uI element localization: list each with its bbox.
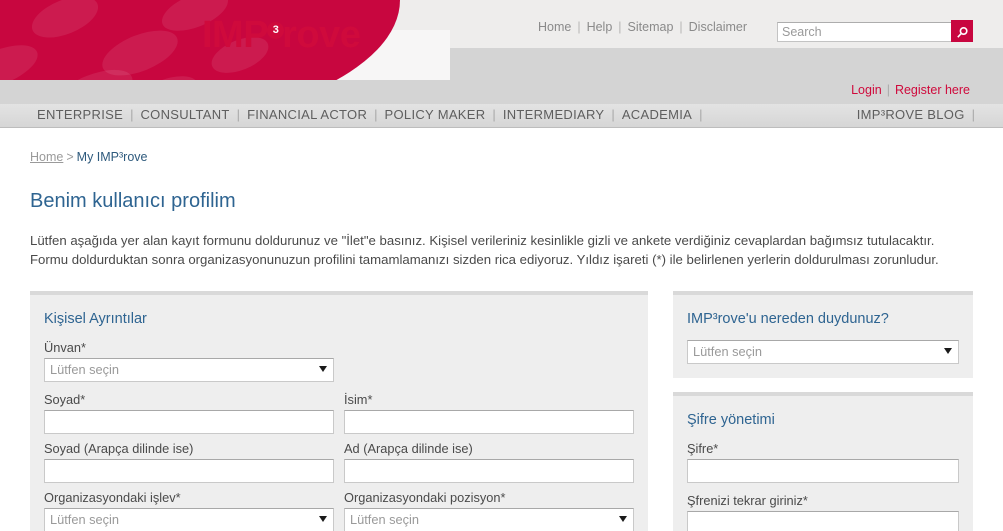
nav-item-policy-maker[interactable]: POLICY MAKER	[378, 107, 493, 122]
search-input[interactable]	[777, 22, 955, 42]
register-link[interactable]: Register here	[890, 83, 975, 97]
input-password[interactable]	[687, 459, 959, 483]
main-nav-left: ENTERPRISE | CONSULTANT | FINANCIAL ACTOR | PO…	[30, 107, 703, 122]
field-group-surname: Soyad*	[44, 392, 334, 434]
label-firstname: İsim*	[344, 392, 373, 407]
password-panel: Şifre yönetimi Şifre* Şfrenizi tekrar gi…	[673, 392, 973, 531]
field-group-password-repeat: Şfrenizi tekrar giriniz*	[687, 493, 959, 531]
header-link-help[interactable]: Help	[581, 20, 619, 34]
right-column: IMP³rove'u nereden duydunuz? Lütfen seçi…	[673, 291, 973, 531]
select-wrap-function: Lütfen seçin	[44, 508, 334, 531]
select-wrap-source: Lütfen seçin	[687, 340, 959, 364]
logo-text-pre: IMP	[202, 14, 269, 56]
select-source[interactable]: Lütfen seçin	[687, 340, 959, 364]
personal-details-panel: Kişisel Ayrıntılar Ünvan* Lütfen seçin S…	[30, 291, 648, 531]
breadcrumb: Home > My IMP³rove	[30, 150, 973, 164]
label-password-repeat: Şfrenizi tekrar giriniz*	[687, 493, 808, 508]
field-group-surname-arabic: Soyad (Arapça dilinde ise)	[44, 441, 334, 483]
label-surname-arabic: Soyad (Arapça dilinde ise)	[44, 441, 194, 456]
input-password-repeat[interactable]	[687, 511, 959, 531]
select-wrap-position: Lütfen seçin	[344, 508, 634, 531]
row-surname-firstname-arabic: Soyad (Arapça dilinde ise) Ad (Arapça di…	[44, 441, 634, 483]
auth-strip: Login | Register here	[0, 80, 1003, 104]
breadcrumb-separator: >	[66, 150, 74, 164]
password-panel-title: Şifre yönetimi	[687, 412, 775, 428]
form-columns: Kişisel Ayrıntılar Ünvan* Lütfen seçin S…	[30, 291, 973, 531]
row-function-position: Organizasyondaki işlev* Lütfen seçin Org…	[44, 490, 634, 531]
nav-item-enterprise[interactable]: ENTERPRISE	[30, 107, 130, 122]
input-firstname[interactable]	[344, 410, 634, 434]
select-position[interactable]: Lütfen seçin	[344, 508, 634, 531]
label-password: Şifre*	[687, 441, 719, 456]
left-column: Kişisel Ayrıntılar Ünvan* Lütfen seçin S…	[30, 291, 648, 531]
nav-item-intermediary[interactable]: INTERMEDIARY	[496, 107, 612, 122]
header-link-sitemap[interactable]: Sitemap	[622, 20, 680, 34]
field-group-firstname-arabic: Ad (Arapça dilinde ise)	[344, 441, 634, 483]
site-header: IMP 3rove Home | Help | Sitemap | Disclaimer	[0, 0, 1003, 80]
nav-item-consultant[interactable]: CONSULTANT	[133, 107, 236, 122]
label-function: Organizasyondaki işlev*	[44, 490, 181, 505]
label-position: Organizasyondaki pozisyon*	[344, 490, 506, 505]
page-intro-text: Lütfen aşağıda yer alan kayıt formunu do…	[30, 233, 939, 267]
page-title: Benim kullanıcı profilim	[30, 190, 236, 212]
nav-separator-blog: |	[971, 107, 975, 122]
input-surname[interactable]	[44, 410, 334, 434]
source-panel: IMP³rove'u nereden duydunuz? Lütfen seçi…	[673, 291, 973, 378]
label-firstname-arabic: Ad (Arapça dilinde ise)	[344, 441, 473, 456]
header-link-home[interactable]: Home	[532, 20, 577, 34]
nav-item-improve-blog[interactable]: IMP³ROVE BLOG	[850, 107, 972, 122]
select-function[interactable]: Lütfen seçin	[44, 508, 334, 531]
header-utility-links: Home | Help | Sitemap | Disclaimer	[532, 20, 753, 34]
logo-superscript-3: 3	[267, 22, 285, 39]
auth-links: Login | Register here	[846, 83, 975, 97]
search-box	[777, 20, 973, 42]
field-group-position: Organizasyondaki pozisyon* Lütfen seçin	[344, 490, 634, 531]
source-panel-title: IMP³rove'u nereden duydunuz?	[687, 311, 889, 327]
input-firstname-arabic[interactable]	[344, 459, 634, 483]
nav-separator-6: |	[699, 107, 703, 122]
label-surname: Soyad*	[44, 392, 86, 407]
select-title[interactable]: Lütfen seçin	[44, 358, 334, 382]
login-link[interactable]: Login	[846, 83, 887, 97]
site-logo[interactable]: IMP 3rove	[202, 14, 361, 56]
main-nav-right: IMP³ROVE BLOG |	[850, 107, 975, 122]
input-surname-arabic[interactable]	[44, 459, 334, 483]
breadcrumb-current: My IMP³rove	[76, 150, 148, 164]
select-wrap-title: Lütfen seçin	[44, 358, 334, 382]
breadcrumb-home[interactable]: Home	[30, 150, 63, 164]
page-content: Home > My IMP³rove Benim kullanıcı profili…	[0, 150, 1003, 531]
search-button[interactable]	[951, 20, 973, 42]
personal-details-title: Kişisel Ayrıntılar	[44, 311, 147, 327]
nav-item-financial-actor[interactable]: FINANCIAL ACTOR	[240, 107, 374, 122]
label-title: Ünvan*	[44, 340, 86, 355]
logo-text-post: rove	[282, 14, 361, 56]
row-surname-firstname: Soyad* İsim*	[44, 392, 634, 434]
search-icon	[957, 26, 968, 38]
field-group-function: Organizasyondaki işlev* Lütfen seçin	[44, 490, 334, 531]
header-link-disclaimer[interactable]: Disclaimer	[683, 20, 753, 34]
field-group-password: Şifre*	[687, 441, 959, 483]
nav-item-academia[interactable]: ACADEMIA	[615, 107, 699, 122]
main-navigation: ENTERPRISE | CONSULTANT | FINANCIAL ACTOR | PO…	[0, 104, 1003, 128]
field-group-title: Ünvan* Lütfen seçin	[44, 340, 634, 382]
field-group-firstname: İsim*	[344, 392, 634, 434]
